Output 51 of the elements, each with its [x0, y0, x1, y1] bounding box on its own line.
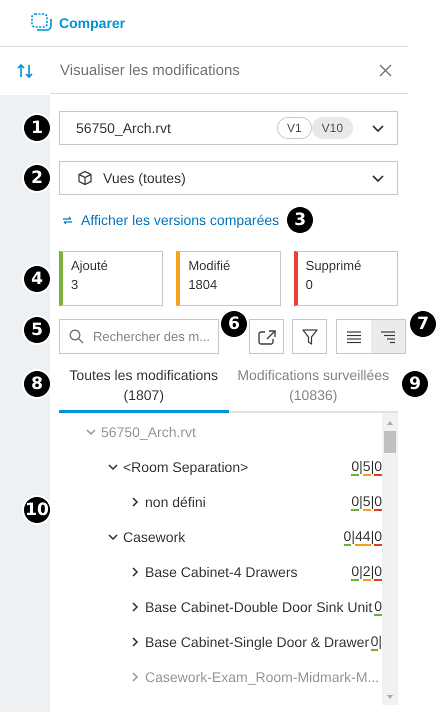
tree-item-label[interactable]: Casework — [123, 528, 344, 544]
tab[interactable]: Toutes les modifications (1807) — [59, 361, 228, 413]
search-icon — [69, 329, 84, 344]
tab[interactable]: Modifications surveillées (10836) — [228, 361, 398, 413]
tree-item-label[interactable]: non défini — [145, 494, 352, 510]
callout-badge: 6 — [221, 311, 247, 337]
cube-icon — [77, 170, 93, 186]
summary-card[interactable]: Ajouté 3 — [59, 251, 164, 306]
export-arrow-icon — [256, 328, 276, 346]
tree-item-label[interactable]: Base Cabinet-Single Door & Drawer — [145, 634, 371, 650]
callout-badge: 2 — [24, 165, 50, 191]
callout-badge: 8 — [24, 370, 50, 396]
callout-badge: 7 — [410, 311, 436, 337]
summary-card[interactable]: Supprimé 0 — [294, 251, 398, 306]
list-icon — [346, 330, 362, 344]
tree-view-button[interactable] — [371, 320, 405, 353]
version-chip[interactable]: V1 — [276, 117, 312, 139]
export-button[interactable] — [249, 319, 284, 354]
versions-link[interactable]: Afficher les versions comparées — [81, 212, 280, 228]
callout-badge: 9 — [402, 370, 428, 396]
search-field[interactable]: Rechercher des m... — [59, 319, 219, 354]
panel-title: Visualiser les modifications — [60, 62, 240, 78]
card-label: Ajouté — [71, 258, 109, 273]
swap-icon — [62, 216, 73, 224]
callout-badge: 4 — [24, 266, 50, 292]
card-count: 1804 — [188, 277, 218, 292]
scrollbar[interactable] — [382, 413, 398, 705]
views-dropdown[interactable]: Vues (toutes) — [59, 161, 398, 195]
card-label: Modifié — [188, 258, 232, 273]
summary-card[interactable]: Modifié 1804 — [176, 251, 281, 306]
compare-logo-icon — [31, 13, 53, 33]
callout-badge: 3 — [287, 207, 314, 233]
app-title: Comparer — [59, 15, 126, 31]
file-name: 56750_Arch.rvt — [76, 120, 172, 136]
filter-icon — [300, 328, 318, 346]
card-count: 0 — [306, 277, 314, 292]
callout-badge: 1 — [24, 115, 50, 141]
views-value: Vues (toutes) — [103, 170, 187, 186]
tree-item-label[interactable]: Base Cabinet-4 Drawers — [145, 564, 352, 580]
callout-badge: 10 — [24, 497, 50, 523]
version-chip[interactable]: V10 — [312, 117, 353, 139]
file-dropdown[interactable]: 56750_Arch.rvt V1 V10 — [59, 111, 398, 145]
close-icon[interactable] — [379, 64, 392, 76]
tree-item-label[interactable]: Base Cabinet-Double Door Sink Unit — [145, 598, 374, 614]
filter-button[interactable] — [292, 319, 327, 354]
indented-list-icon — [380, 330, 396, 344]
card-count: 3 — [71, 277, 80, 292]
tree-item-label[interactable]: <Room Separation> — [123, 458, 352, 474]
change-counts: 0| — [370, 632, 382, 650]
card-label: Supprimé — [306, 258, 362, 273]
callout-badge: 5 — [24, 317, 50, 343]
